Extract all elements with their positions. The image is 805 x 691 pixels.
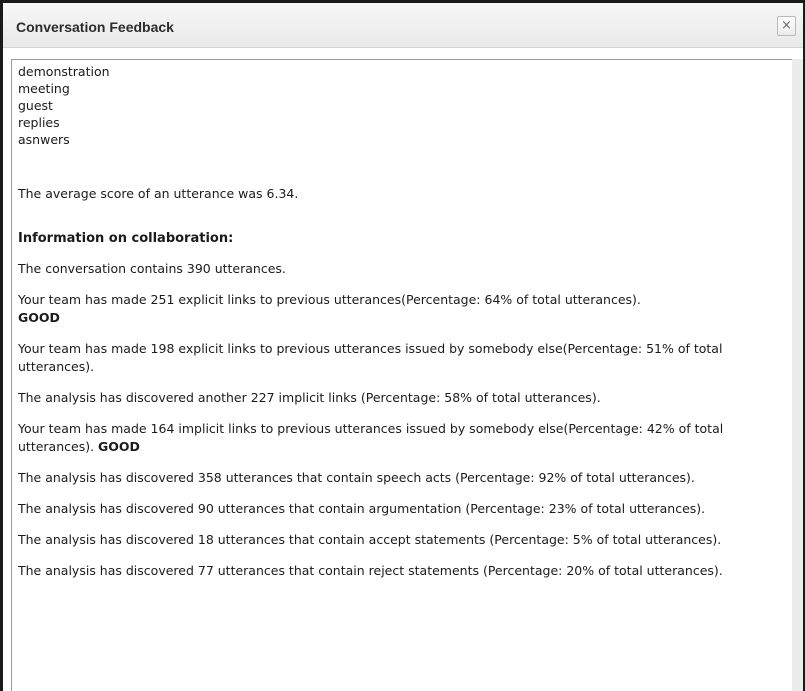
paragraph-text: The analysis has discovered 90 utterance… xyxy=(18,501,706,516)
paragraph-text: Your team has made 251 explicit links to… xyxy=(18,292,641,307)
average-score-text: The average score of an utterance was 6.… xyxy=(18,186,299,201)
keyword-item: demonstration xyxy=(18,64,110,79)
close-button[interactable]: × xyxy=(777,16,796,36)
keyword-item: guest xyxy=(18,98,53,113)
paragraph-text: The analysis has discovered 18 utterance… xyxy=(18,532,722,547)
collaboration-paragraph: Your team has made 198 explicit links to… xyxy=(18,340,786,376)
collaboration-paragraph: Your team has made 164 implicit links to… xyxy=(18,420,786,456)
collaboration-paragraph: Your team has made 251 explicit links to… xyxy=(18,291,786,327)
paragraph-text: The analysis has discovered 77 utterance… xyxy=(18,563,723,578)
good-badge: GOOD xyxy=(18,310,60,325)
keyword-item: replies xyxy=(18,115,60,130)
keyword-item: asnwers xyxy=(18,132,70,147)
collaboration-heading: Information on collaboration: xyxy=(18,231,234,246)
collaboration-paragraph: The analysis has discovered 358 utteranc… xyxy=(18,469,786,487)
good-badge: GOOD xyxy=(98,439,140,454)
keyword-list: demonstration meeting guest replies asnw… xyxy=(18,63,786,148)
feedback-content[interactable]: demonstration meeting guest replies asnw… xyxy=(11,59,792,691)
content-frame: demonstration meeting guest replies asnw… xyxy=(11,59,803,691)
conversation-feedback-dialog: Conversation Feedback × demonstration me… xyxy=(0,0,805,691)
dialog-title: Conversation Feedback xyxy=(16,19,174,35)
dialog-titlebar[interactable]: Conversation Feedback × xyxy=(3,3,803,48)
paragraph-text: The analysis has discovered another 227 … xyxy=(18,390,601,405)
close-icon: × xyxy=(781,18,792,33)
collaboration-paragraph: The analysis has discovered 90 utterance… xyxy=(18,500,786,518)
paragraph-text: Your team has made 198 explicit links to… xyxy=(18,341,723,374)
paragraph-text: The conversation contains 390 utterances… xyxy=(18,261,286,276)
keyword-item: meeting xyxy=(18,81,70,96)
collaboration-paragraph: The conversation contains 390 utterances… xyxy=(18,260,786,278)
paragraph-text: The analysis has discovered 358 utteranc… xyxy=(18,470,695,485)
collaboration-paragraph: The analysis has discovered 18 utterance… xyxy=(18,531,786,549)
collaboration-paragraph: The analysis has discovered 77 utterance… xyxy=(18,562,786,580)
collaboration-paragraph: The analysis has discovered another 227 … xyxy=(18,389,786,407)
